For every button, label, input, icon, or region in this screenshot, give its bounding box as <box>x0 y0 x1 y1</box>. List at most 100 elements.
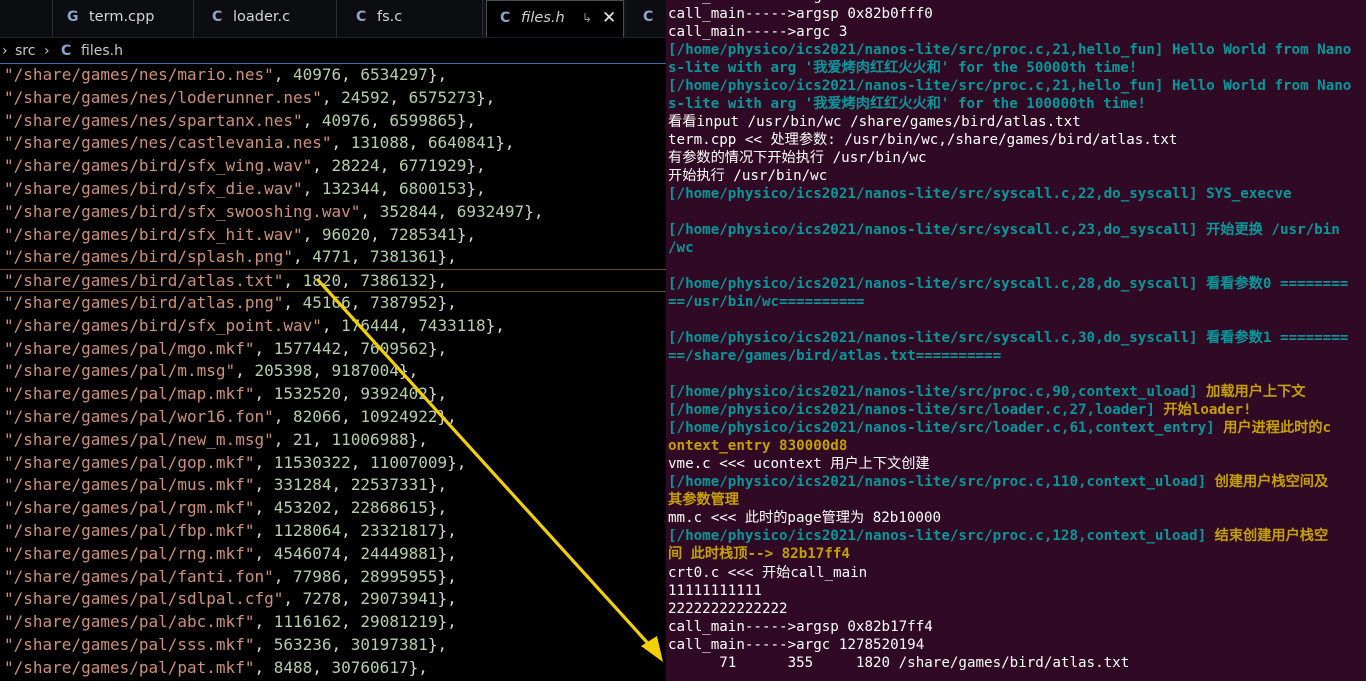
terminal-line: 开始执行 /usr/bin/wc <box>668 167 1366 185</box>
code-line[interactable]: "/share/games/bird/atlas.png", 45166, 73… <box>0 292 666 315</box>
terminal-output: call_main----->argc 3 call_main----->args… <box>668 0 1366 672</box>
code-line[interactable]: "/share/games/pal/wor16.fon", 82066, 109… <box>0 406 666 429</box>
number-literal: 21 <box>292 429 313 449</box>
punctuation: , <box>341 406 361 426</box>
terminal-pane[interactable]: call_main----->argc 3 call_main----->args… <box>666 0 1366 681</box>
punctuation: }, <box>476 87 496 107</box>
punctuation: , <box>312 429 332 449</box>
breadcrumb: › src › C files.h <box>0 39 666 63</box>
punctuation: }, <box>437 406 457 426</box>
number-literal: 1820 <box>302 271 342 291</box>
number-literal: 7386132 <box>360 271 428 291</box>
code-line[interactable]: "/share/games/pal/fanti.fon", 77986, 289… <box>0 566 666 589</box>
punctuation: , <box>370 110 390 130</box>
number-literal: 7381361 <box>370 247 438 267</box>
punctuation: , <box>331 498 351 518</box>
punctuation: , <box>370 224 390 244</box>
number-literal: 352844 <box>379 201 438 221</box>
code-line[interactable]: "/share/games/pal/rgm.mkf", 453202, 2286… <box>0 497 666 520</box>
terminal-line: call_main----->argsp 0x82b17ff4 <box>668 618 1366 636</box>
number-literal: 6932497 <box>456 201 525 221</box>
code-line[interactable]: "/share/games/pal/fbp.mkf", 1128064, 233… <box>0 520 666 543</box>
tab-files-h[interactable]: C files.h ↳ ✕ <box>486 0 624 37</box>
tab-label: term.cpp <box>89 9 155 25</box>
string-literal: "/share/games/bird/atlas.txt" <box>4 271 284 291</box>
code-line[interactable]: "/share/games/pal/mgo.mkf", 1577442, 760… <box>0 338 666 361</box>
punctuation: }, <box>427 271 448 291</box>
string-literal: "/share/games/nes/castlevania.nes" <box>4 133 332 153</box>
code-line[interactable]: "/share/games/bird/sfx_die.wav", 132344,… <box>0 178 666 201</box>
code-line[interactable]: "/share/games/pal/gop.mkf", 11530322, 11… <box>0 452 666 475</box>
code-line[interactable]: "/share/games/pal/new_m.msg", 21, 110069… <box>0 429 666 452</box>
punctuation: , <box>302 178 322 198</box>
code-line[interactable]: "/share/games/bird/sfx_swooshing.wav", 3… <box>0 201 666 224</box>
code-line[interactable]: "/share/games/bird/sfx_wing.wav", 28224,… <box>0 155 666 178</box>
code-lines[interactable]: "/share/games/nes/mario.nes", 40976, 653… <box>0 64 666 680</box>
code-line[interactable]: "/share/games/bird/sfx_hit.wav", 96020, … <box>0 224 666 247</box>
code-line[interactable]: "/share/games/bird/sfx_point.wav", 17644… <box>0 315 666 338</box>
code-line[interactable]: "/share/games/bird/splash.png", 4771, 73… <box>0 246 666 269</box>
punctuation: }, <box>466 156 486 176</box>
number-literal: 45166 <box>302 292 351 312</box>
tab-label: fs.c <box>377 9 403 25</box>
punctuation: }, <box>437 566 457 586</box>
breadcrumb-file[interactable]: files.h <box>81 43 123 59</box>
number-literal: 205398 <box>254 361 313 381</box>
terminal-text: call_main----->argc 1278520194 <box>668 636 925 653</box>
terminal-line: s-lite with arg '我爱烤肉红红火火和' for the 1000… <box>668 95 1366 113</box>
tab-loader-c[interactable]: C loader.c <box>194 0 337 37</box>
punctuation: , <box>254 498 274 518</box>
split-icon[interactable]: ↳ <box>582 11 592 25</box>
code-line[interactable]: "/share/games/pal/abc.mkf", 1116162, 290… <box>0 611 666 634</box>
number-literal: 40976 <box>292 65 342 84</box>
code-line-highlighted[interactable]: "/share/games/bird/atlas.txt", 1820, 738… <box>0 269 666 292</box>
number-literal: 24592 <box>341 87 390 107</box>
code-line[interactable]: "/share/games/nes/mario.nes", 40976, 653… <box>0 64 666 87</box>
string-literal: "/share/games/bird/atlas.png" <box>4 292 284 312</box>
code-line[interactable]: "/share/games/pal/pat.mkf", 8488, 307606… <box>0 657 666 680</box>
terminal-text: [/home/physico/ics2021/nanos-lite/src/lo… <box>668 402 1155 419</box>
number-literal: 7278 <box>302 589 342 609</box>
code-line[interactable]: "/share/games/pal/sdlpal.cfg", 7278, 290… <box>0 588 666 611</box>
code-line[interactable]: "/share/games/nes/spartanx.nes", 40976, … <box>0 110 666 133</box>
punctuation: , <box>341 384 361 404</box>
terminal-text: call_main----->argc 3 <box>668 24 848 41</box>
number-literal: 8488 <box>273 657 313 677</box>
code-line[interactable]: "/share/games/nes/loderunner.nes", 24592… <box>0 87 666 110</box>
number-literal: 6575273 <box>408 87 477 107</box>
code-line[interactable]: "/share/games/pal/mus.mkf", 331284, 2253… <box>0 474 666 497</box>
code-line[interactable]: "/share/games/nes/castlevania.nes", 1310… <box>0 132 666 155</box>
punctuation: }, <box>427 498 448 518</box>
tab-hidden[interactable] <box>0 0 53 37</box>
code-line[interactable]: "/share/games/pal/m.msg", 205398, 918700… <box>0 360 666 383</box>
number-literal: 22537331 <box>350 475 428 495</box>
punctuation: , <box>321 315 342 335</box>
breadcrumb-folder[interactable]: src <box>15 43 35 59</box>
terminal-text-highlight: 创建用户栈空间及 <box>1206 474 1329 491</box>
string-literal: "/share/games/pal/mgo.mkf" <box>4 338 255 358</box>
c-file-icon: C <box>643 9 654 25</box>
terminal-line: call_main----->argc 1278520194 <box>668 636 1366 654</box>
tab-overflow[interactable]: C <box>627 0 666 37</box>
number-literal: 7285341 <box>389 224 457 244</box>
code-line[interactable]: "/share/games/pal/sss.mkf", 563236, 3019… <box>0 634 666 657</box>
close-icon[interactable]: ✕ <box>602 8 616 28</box>
code-line[interactable]: "/share/games/pal/map.mkf", 1532520, 939… <box>0 383 666 406</box>
punctuation: , <box>350 247 371 267</box>
punctuation: , <box>437 201 457 221</box>
string-literal: "/share/games/bird/sfx_wing.wav" <box>4 156 313 176</box>
code-line[interactable]: "/share/games/pal/rng.mkf", 4546074, 244… <box>0 543 666 566</box>
terminal-text: [/home/physico/ics2021/nanos-lite/src/pr… <box>668 528 1207 545</box>
string-literal: "/share/games/pal/m.msg" <box>4 361 236 381</box>
tab-fs-c[interactable]: C fs.c <box>337 0 483 37</box>
punctuation: }, <box>427 475 448 495</box>
punctuation: , <box>254 475 274 495</box>
number-literal: 7609562 <box>360 338 428 358</box>
tab-term-cpp[interactable]: G term.cpp <box>53 0 194 37</box>
cpp-file-icon: G <box>67 9 79 25</box>
punctuation: , <box>254 634 274 654</box>
string-literal: "/share/games/nes/spartanx.nes" <box>4 110 303 130</box>
punctuation: , <box>350 292 371 312</box>
string-literal: "/share/games/pal/sdlpal.cfg" <box>4 589 284 609</box>
